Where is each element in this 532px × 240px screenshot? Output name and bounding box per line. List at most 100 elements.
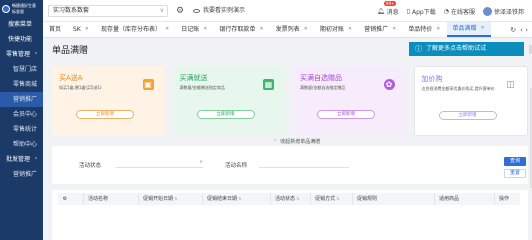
info-icon: ⓘ — [415, 45, 422, 53]
status-filter-select[interactable]: ∨ — [116, 158, 203, 168]
tab[interactable]: 单品特价 ✕ — [402, 22, 446, 37]
refresh-icon[interactable]: ↻ — [510, 26, 516, 34]
gear-icon[interactable]: ⚙ — [174, 5, 186, 17]
help-tip-text: 了解更多点击帮助试试 — [426, 45, 487, 52]
tab-label: 银行存取款单 — [219, 26, 256, 33]
tab-label: 日记账 — [181, 26, 200, 33]
sidebar-item[interactable]: 搜索菜单 — [0, 17, 43, 32]
help-tip[interactable]: ⓘ 了解更多点击帮助试试 — [409, 42, 524, 56]
close-icon[interactable]: ✕ — [392, 22, 396, 37]
tab-label: SK — [73, 26, 81, 33]
messages-button[interactable]: 🔔︎ 消息 99+ — [377, 0, 399, 16]
column-header[interactable]: 促销方式⇅ — [310, 193, 352, 205]
collapse-toggle[interactable]: ⌃ 收起新增单品满赠 — [273, 138, 321, 146]
tab[interactable]: 银行存取款单 ✕ — [213, 22, 269, 37]
sidebar-item-label: 快捷功能 — [8, 36, 33, 43]
chevron-up-icon: ⌃ — [34, 52, 39, 58]
online-service-button[interactable]: ◔ 在线客服 — [444, 7, 475, 16]
tab-label: 营销推广 — [364, 26, 389, 33]
tab-scroll-arrows[interactable]: ‹ › — [520, 26, 528, 34]
close-icon[interactable]: ✕ — [259, 22, 263, 37]
sidebar-item[interactable]: 智慧门店 — [0, 62, 43, 77]
column-header[interactable]: 活动状态⇅ — [270, 193, 310, 205]
add-choose-gift-button[interactable]: 立即新增 — [317, 110, 375, 119]
close-icon[interactable]: ✕ — [85, 22, 89, 37]
sidebar-item[interactable]: 营销推广 — [0, 167, 43, 182]
tab[interactable]: SK ✕ — [67, 22, 95, 37]
tab[interactable]: 营销推广 ✕ — [358, 22, 402, 37]
column-header[interactable]: 促销规则 — [352, 193, 434, 205]
close-icon[interactable]: ✕ — [304, 22, 308, 37]
sidebar-item-label: 智慧门店 — [13, 66, 38, 73]
user-name: 徐泽泽铁邦 — [493, 8, 524, 16]
collapse-toggle-label: 收起新增单品满赠 — [280, 139, 321, 145]
column-header[interactable]: 操作 — [494, 193, 520, 205]
tab[interactable]: 单品满赠 ✕ — [446, 21, 491, 37]
demo-link[interactable]: 我要看实例演示 — [193, 6, 245, 16]
card-buy-a-get-a[interactable]: 买A送A 如买1盒,赠1盒(买5送1) ▣ 立即新增 — [52, 66, 165, 136]
sidebar-item-label: 营销推广 — [13, 96, 38, 103]
online-service-label: 在线客服 — [450, 8, 475, 16]
close-icon[interactable]: ✕ — [436, 22, 440, 37]
add-buy-a-get-a-button[interactable]: 立即新增 — [76, 110, 134, 119]
sidebar-item-label: 搜索菜单 — [8, 21, 33, 28]
cart-icon: ◫ — [506, 80, 515, 90]
app-download-button[interactable]: ▯ App下载 — [407, 7, 436, 16]
sidebar-item[interactable]: 零售管理 ⌃ — [0, 47, 43, 62]
tab-bar: 首页 SK ✕ 现存量（库存分布表） ✕ 日记账 ✕ 银行存取款单 ✕ 发票列表 ✕ 期初对账 ✕ 营销推… — [43, 22, 532, 38]
sidebar: 畅捷通好生意 标准版 搜索菜单 快捷功能 零售管理 ⌃ 智慧门店 零售商城 营销推广 会员中心… — [0, 0, 43, 240]
bell-icon: 🔔︎ — [377, 7, 385, 15]
logo[interactable]: 畅捷通好生意 标准版 — [0, 0, 43, 17]
sidebar-item[interactable]: 批发管理 ⌃ — [0, 152, 43, 167]
gift-box-icon: ▣ — [142, 79, 154, 90]
query-button[interactable]: 查询 — [504, 157, 526, 166]
close-icon[interactable]: ✕ — [203, 22, 207, 37]
column-header[interactable]: 促销开始日期⇅ — [138, 193, 202, 205]
column-header[interactable]: 活动名称 — [83, 193, 131, 205]
sidebar-item[interactable]: 帮助中心 — [0, 137, 43, 152]
sidebar-item[interactable]: 零售统计 — [0, 122, 43, 137]
app-download-label: App下载 — [411, 8, 436, 16]
sidebar-item-label: 营销推广 — [13, 171, 38, 178]
reset-button[interactable]: 重置 — [504, 169, 526, 178]
card-spend-and-get[interactable]: 买满就送 满数量/金额赠送指定商品 ▦ 立即新增 — [172, 66, 285, 136]
tab[interactable]: 现存量（库存分布表） ✕ — [95, 22, 175, 37]
tab[interactable]: 期初对账 ✕ — [314, 22, 358, 37]
tab[interactable]: 发票列表 ✕ — [270, 22, 314, 37]
messages-label: 消息 — [386, 8, 399, 16]
column-header[interactable]: 适用商品 — [434, 193, 494, 205]
user-menu[interactable]: 徐泽泽铁邦 — [482, 6, 524, 16]
column-settings-icon[interactable]: ⚙ — [58, 193, 72, 205]
close-icon[interactable]: ✕ — [165, 22, 169, 37]
logo-icon — [2, 4, 10, 13]
avatar — [482, 6, 492, 16]
add-add-on-purchase-button[interactable]: 立即新增 — [438, 111, 497, 120]
chevron-up-icon: ⌃ — [34, 157, 39, 163]
chevron-down-icon: ∨ — [159, 7, 164, 14]
store-select[interactable]: 实习数系数套 ∨ — [48, 5, 168, 17]
name-filter-input[interactable] — [259, 158, 349, 168]
tab-label: 首页 — [49, 26, 62, 33]
add-spend-and-get-button[interactable]: 立即新增 — [196, 110, 255, 119]
demo-link-label: 我要看实例演示 — [203, 7, 246, 14]
tab[interactable]: 日记账 ✕ — [175, 22, 213, 37]
sidebar-item[interactable]: 快捷功能 — [0, 32, 43, 47]
close-icon[interactable]: ✕ — [481, 21, 485, 36]
status-filter-label: 活动状态 — [79, 163, 102, 169]
chevron-down-icon: ∨ — [199, 159, 203, 165]
sidebar-item[interactable]: 营销推广 — [0, 92, 43, 107]
store-select-value: 实习数系数套 — [53, 7, 90, 14]
chevron-up-icon: ⌃ — [273, 138, 278, 145]
close-icon[interactable]: ✕ — [348, 22, 352, 37]
card-add-on-purchase[interactable]: 加价购 达合规消费金额享优惠价购买,提升客单价 ◫ 立即新增 — [413, 66, 528, 136]
tab-label: 期初对账 — [319, 26, 344, 33]
logo-subtext: 标准版 — [12, 8, 24, 14]
tab[interactable]: 首页 — [43, 22, 67, 37]
sidebar-item[interactable]: 会员中心 — [0, 107, 43, 122]
card-choose-gift[interactable]: 买满自选赠品 满数量/金额自选指定赠品 ✿ 立即新增 — [293, 66, 406, 136]
sidebar-item-label: 零售商城 — [13, 81, 38, 88]
sidebar-item-label: 零售统计 — [13, 126, 38, 133]
tab-label: 单品满赠 — [452, 25, 477, 32]
sidebar-item[interactable]: 零售商城 — [0, 77, 43, 92]
column-header[interactable]: 促销结束日期⇅ — [202, 193, 269, 205]
